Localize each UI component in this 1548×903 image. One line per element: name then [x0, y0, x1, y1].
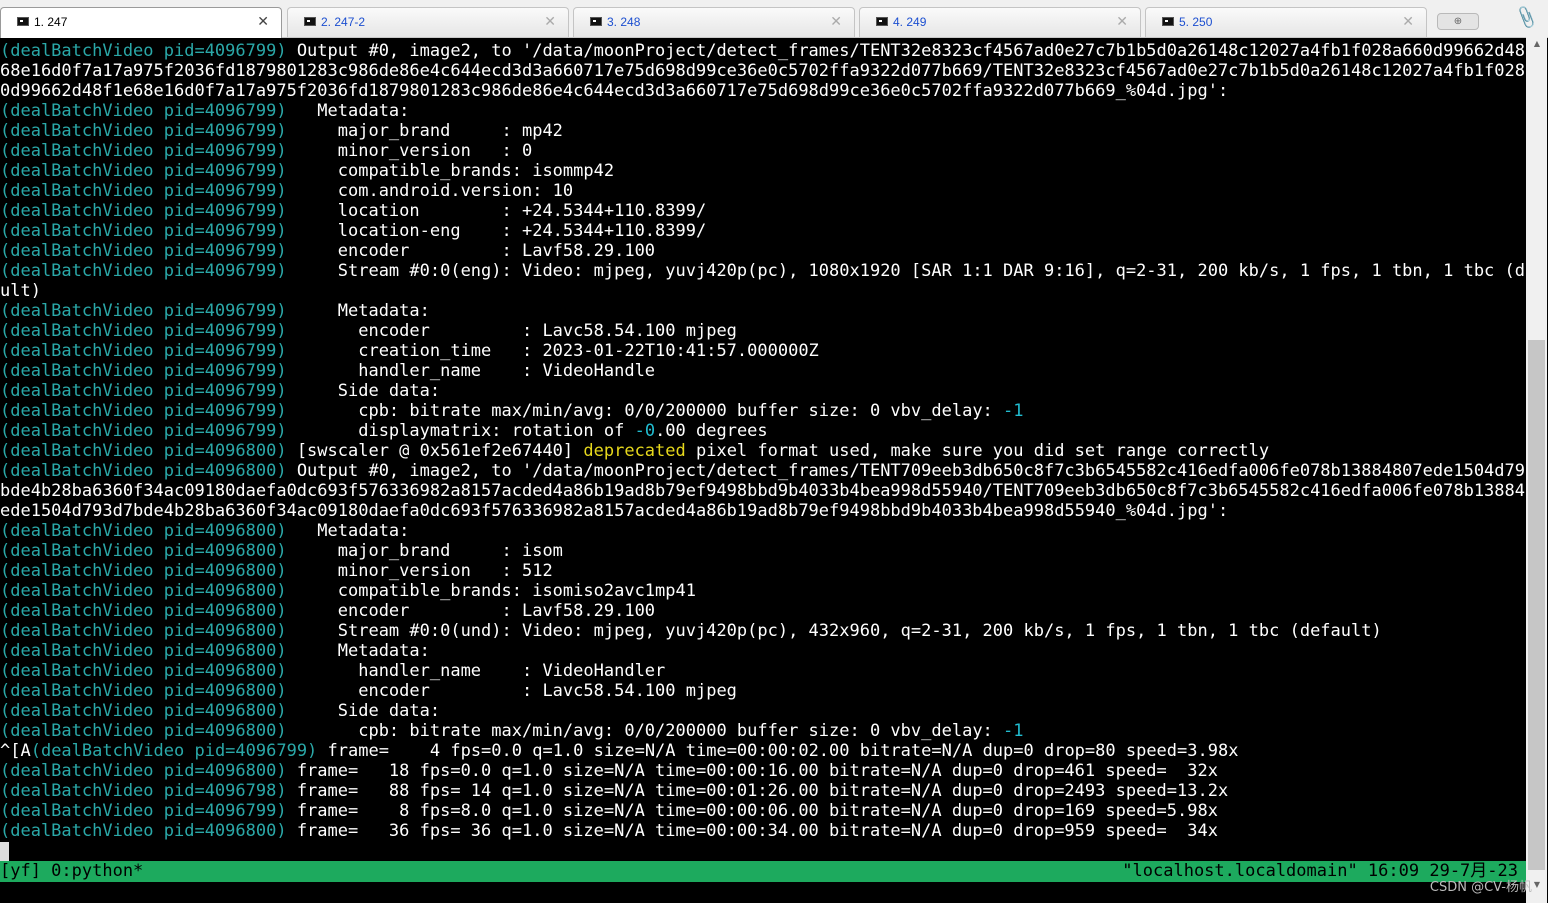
terminal-line: (dealBatchVideo pid=4096799) compatible_… [0, 161, 615, 181]
tmux-status-bar: [yf] 0:python* "localhost.localdomain" 1… [0, 861, 1526, 882]
terminal-line: ^[A(dealBatchVideo pid=4096799) frame= 4… [0, 741, 1239, 761]
terminal-line: (dealBatchVideo pid=4096799) encoder : L… [0, 241, 656, 261]
terminal-icon [304, 17, 316, 26]
bottom-padding [0, 882, 1526, 903]
terminal-line: (dealBatchVideo pid=4096799) Stream #0:0… [0, 261, 1526, 281]
terminal-line: (dealBatchVideo pid=4096799) major_brand… [0, 121, 563, 141]
terminal-line: 68e16d0f7a17a975f2036fd1879801283c986de8… [0, 61, 1526, 81]
terminal-icon [590, 17, 602, 26]
terminal-line: (dealBatchVideo pid=4096799) location : … [0, 201, 707, 221]
scroll-down-icon[interactable]: ▼ [1530, 880, 1544, 892]
new-tab-icon: ⊕ [1453, 16, 1463, 27]
close-icon[interactable]: ✕ [1402, 13, 1414, 30]
terminal-line: (dealBatchVideo pid=4096800) encoder : L… [0, 681, 737, 701]
terminal-line: (dealBatchVideo pid=4096800) [swscaler @… [0, 441, 1270, 461]
tab-label: 4. 249 [893, 15, 927, 29]
terminal-line: (dealBatchVideo pid=4096799) Side data: [0, 381, 441, 401]
new-tab-button[interactable]: ⊕ [1437, 13, 1479, 30]
terminal-icon [17, 17, 29, 26]
status-session: [yf] 0:python* [0, 861, 144, 881]
terminal-line: (dealBatchVideo pid=4096799) Output #0, … [0, 41, 1526, 61]
text-cursor [0, 842, 9, 861]
terminal-line: (dealBatchVideo pid=4096799) minor_versi… [0, 141, 533, 161]
terminal-line: (dealBatchVideo pid=4096800) compatible_… [0, 581, 696, 601]
terminal-icon [1162, 17, 1174, 26]
terminal-line: (dealBatchVideo pid=4096800) minor_versi… [0, 561, 553, 581]
terminal-line: (dealBatchVideo pid=4096800) handler_nam… [0, 661, 666, 681]
terminal-line: (dealBatchVideo pid=4096799) location-en… [0, 221, 707, 241]
tab-5[interactable]: 5. 250 ✕ [1145, 7, 1427, 37]
terminal-output[interactable]: (dealBatchVideo pid=4096799) Output #0, … [0, 41, 1526, 861]
terminal-line: (dealBatchVideo pid=4096800) Output #0, … [0, 461, 1526, 481]
terminal-line: (dealBatchVideo pid=4096799) cpb: bitrat… [0, 401, 1024, 421]
terminal-line: (dealBatchVideo pid=4096800) Side data: [0, 701, 441, 721]
tab-3[interactable]: 3. 248 ✕ [573, 7, 855, 37]
paperclip-icon[interactable]: 📎 [1513, 5, 1540, 31]
tab-label: 1. 247 [34, 15, 68, 29]
terminal-line: (dealBatchVideo pid=4096799) encoder : L… [0, 321, 737, 341]
terminal-line: ult) [0, 281, 41, 301]
tab-label: 2. 247-2 [321, 15, 366, 29]
terminal-line: (dealBatchVideo pid=4096799) displaymatr… [0, 421, 768, 441]
terminal-line: (dealBatchVideo pid=4096799) Metadata: [0, 301, 430, 321]
terminal-line: (dealBatchVideo pid=4096800) cpb: bitrat… [0, 721, 1024, 741]
terminal-line: (dealBatchVideo pid=4096800) frame= 18 f… [0, 761, 1218, 781]
terminal-line: (dealBatchVideo pid=4096800) Stream #0:0… [0, 621, 1382, 641]
close-icon[interactable]: ✕ [1116, 13, 1128, 30]
terminal-line: (dealBatchVideo pid=4096800) Metadata: [0, 641, 430, 661]
close-icon[interactable]: ✕ [257, 13, 269, 30]
terminal-line: (dealBatchVideo pid=4096800) encoder : L… [0, 601, 656, 621]
terminal-line: (dealBatchVideo pid=4096799) creation_ti… [0, 341, 819, 361]
terminal-line: (dealBatchVideo pid=4096799) frame= 8 fp… [0, 801, 1218, 821]
terminal-line: (dealBatchVideo pid=4096799) Metadata: [0, 101, 410, 121]
scroll-up-icon[interactable]: ▲ [1530, 39, 1544, 51]
terminal-line: (dealBatchVideo pid=4096800) frame= 36 f… [0, 821, 1218, 841]
terminal-line: (dealBatchVideo pid=4096799) handler_nam… [0, 361, 656, 381]
watermark: CSDN @CV-杨帆 [1429, 880, 1532, 895]
terminal-line: (dealBatchVideo pid=4096799) com.android… [0, 181, 574, 201]
tab-4[interactable]: 4. 249 ✕ [859, 7, 1141, 37]
tab-label: 3. 248 [607, 15, 641, 29]
terminal-line: 0d99662d48f1e68e16d0f7a17a975f2036fd1879… [0, 81, 1229, 101]
tab-1[interactable]: 1. 247 ✕ [0, 7, 282, 38]
tab-bar: 1. 247 ✕ 2. 247-2 ✕ 3. 248 ✕ 4. 249 ✕ 5.… [0, 0, 1548, 38]
terminal-icon [876, 17, 888, 26]
close-icon[interactable]: ✕ [544, 13, 556, 30]
scrollbar-thumb[interactable] [1528, 340, 1545, 870]
close-icon[interactable]: ✕ [830, 13, 842, 30]
tab-2[interactable]: 2. 247-2 ✕ [287, 7, 569, 37]
terminal-line: (dealBatchVideo pid=4096800) major_brand… [0, 541, 563, 561]
tab-label: 5. 250 [1179, 15, 1213, 29]
terminal-line: ede1504d793d7bde4b28ba6360f34ac09180daef… [0, 501, 1229, 521]
terminal-line: (dealBatchVideo pid=4096798) frame= 88 f… [0, 781, 1229, 801]
terminal-line: bde4b28ba6360f34ac09180daefa0dc693f57633… [0, 481, 1526, 501]
terminal-line: (dealBatchVideo pid=4096800) Metadata: [0, 521, 410, 541]
